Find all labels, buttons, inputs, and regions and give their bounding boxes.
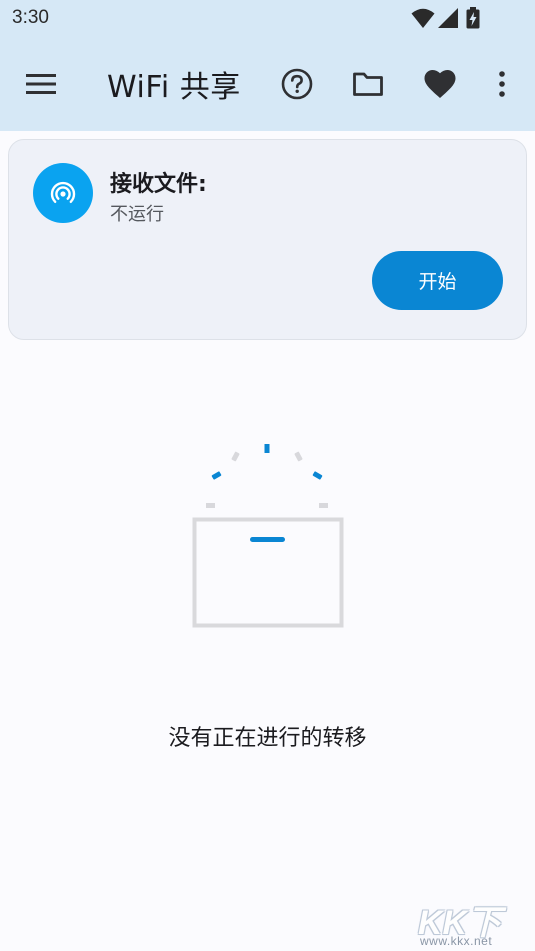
help-button[interactable] — [273, 60, 321, 108]
box-slot — [250, 537, 285, 542]
battery-charging-icon — [466, 7, 480, 29]
status-bar: 3:30 — [0, 0, 535, 36]
empty-transfer-box-illustration — [192, 444, 344, 628]
app-title: WiFi 共享 — [107, 70, 241, 105]
app-screen: 3:30 WiFi 共享 接收文件: 不运行 开始 没有正在进行的转移 KK下 … — [0, 0, 535, 951]
empty-box — [192, 517, 344, 628]
receive-avatar — [33, 163, 93, 223]
heart-icon — [424, 69, 456, 98]
receive-status-text: 不运行 — [110, 204, 164, 225]
help-icon — [281, 68, 313, 100]
folder-icon — [353, 72, 383, 96]
receive-files-title: 接收文件: — [110, 172, 207, 197]
signal-dash — [206, 503, 215, 508]
menu-button[interactable] — [17, 60, 65, 108]
empty-state-message: 没有正在进行的转移 — [168, 726, 367, 751]
cell-signal-icon — [438, 8, 458, 28]
menu-icon — [26, 74, 56, 94]
status-time: 3:30 — [12, 7, 49, 28]
signal-dash — [312, 471, 323, 480]
signal-dash — [264, 444, 270, 453]
signal-dash — [231, 451, 240, 462]
wifi-icon — [411, 8, 435, 28]
signal-dash — [319, 503, 328, 508]
top-app-bar: WiFi 共享 — [0, 36, 535, 131]
more-options-button[interactable] — [478, 60, 526, 108]
favorite-button[interactable] — [416, 60, 464, 108]
watermark-url: www.kkx.net — [420, 934, 493, 948]
signal-dash — [294, 451, 303, 462]
receive-files-card: 接收文件: 不运行 开始 — [8, 139, 527, 340]
site-watermark: KK下载 www.kkx.net — [414, 893, 535, 951]
broadcast-icon — [50, 181, 76, 203]
signal-dash — [211, 471, 222, 480]
folder-button[interactable] — [344, 60, 392, 108]
more-vert-icon — [499, 71, 505, 97]
start-button[interactable]: 开始 — [372, 251, 503, 310]
